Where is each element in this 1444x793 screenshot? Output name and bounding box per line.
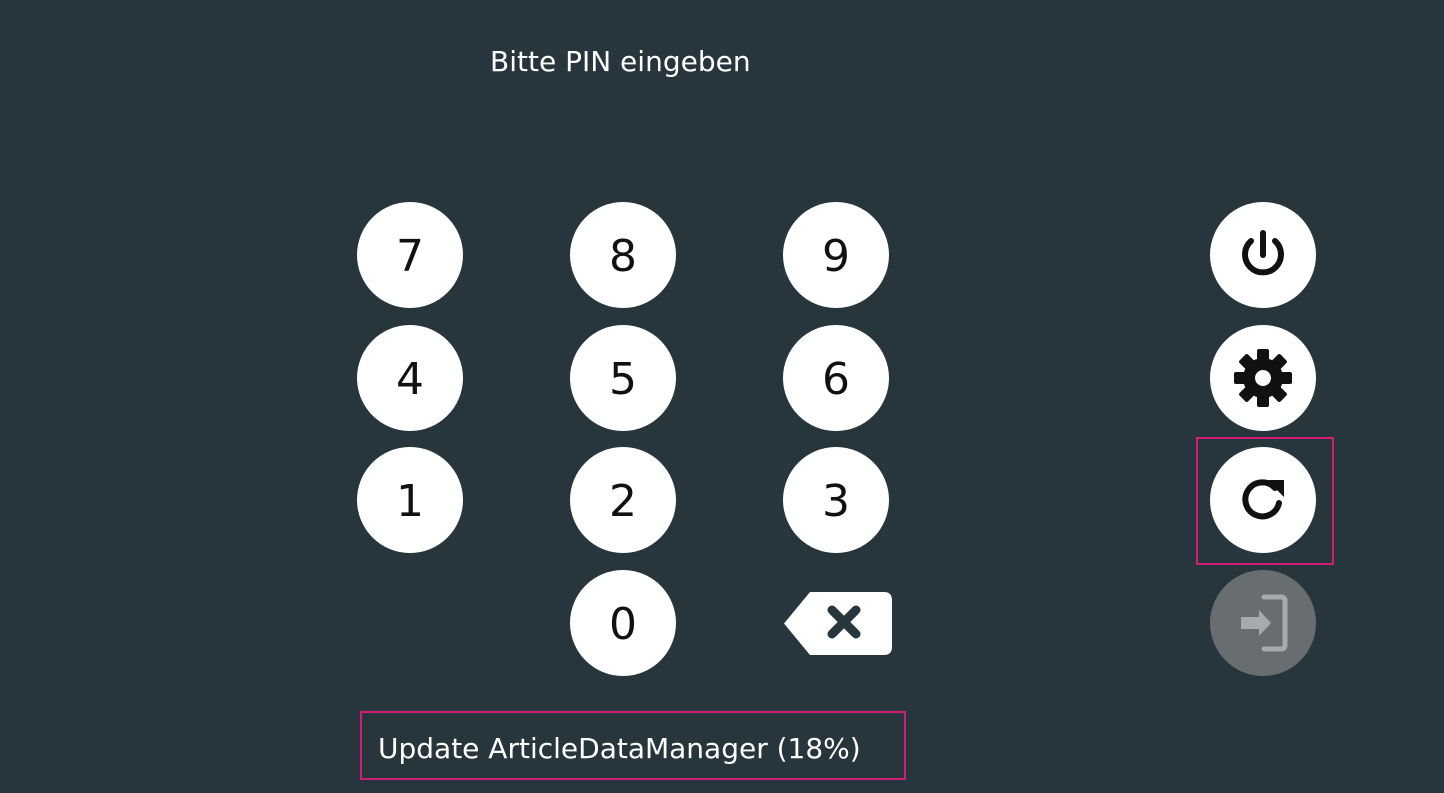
key-5[interactable]: 5 <box>570 325 676 431</box>
gear-icon <box>1234 349 1292 407</box>
pin-entry-screen: Bitte PIN eingeben 7 8 9 4 5 6 1 2 3 0 U… <box>0 0 1444 793</box>
refresh-button[interactable] <box>1210 447 1316 553</box>
key-9[interactable]: 9 <box>783 202 889 308</box>
power-icon <box>1242 230 1284 276</box>
backspace-icon <box>784 592 892 655</box>
key-4[interactable]: 4 <box>357 325 463 431</box>
status-message: Update ArticleDataManager (18%) <box>378 732 861 765</box>
power-button[interactable] <box>1210 202 1316 308</box>
key-7[interactable]: 7 <box>357 202 463 308</box>
login-icon <box>1241 594 1288 652</box>
key-6[interactable]: 6 <box>783 325 889 431</box>
login-button[interactable] <box>1210 570 1316 676</box>
refresh-icon <box>1242 479 1284 520</box>
key-label: 2 <box>609 476 637 527</box>
pin-prompt: Bitte PIN eingeben <box>490 45 751 78</box>
key-label: 6 <box>822 354 850 405</box>
key-2[interactable]: 2 <box>570 447 676 553</box>
key-label: 3 <box>822 476 850 527</box>
key-1[interactable]: 1 <box>357 447 463 553</box>
key-label: 1 <box>396 476 424 527</box>
backspace-button[interactable] <box>782 590 894 657</box>
key-label: 5 <box>609 354 637 405</box>
key-label: 7 <box>396 231 424 282</box>
key-label: 9 <box>822 231 850 282</box>
key-label: 8 <box>609 231 637 282</box>
key-label: 4 <box>396 354 424 405</box>
key-8[interactable]: 8 <box>570 202 676 308</box>
key-label: 0 <box>609 599 637 650</box>
key-3[interactable]: 3 <box>783 447 889 553</box>
settings-button[interactable] <box>1210 325 1316 431</box>
key-0[interactable]: 0 <box>570 570 676 676</box>
